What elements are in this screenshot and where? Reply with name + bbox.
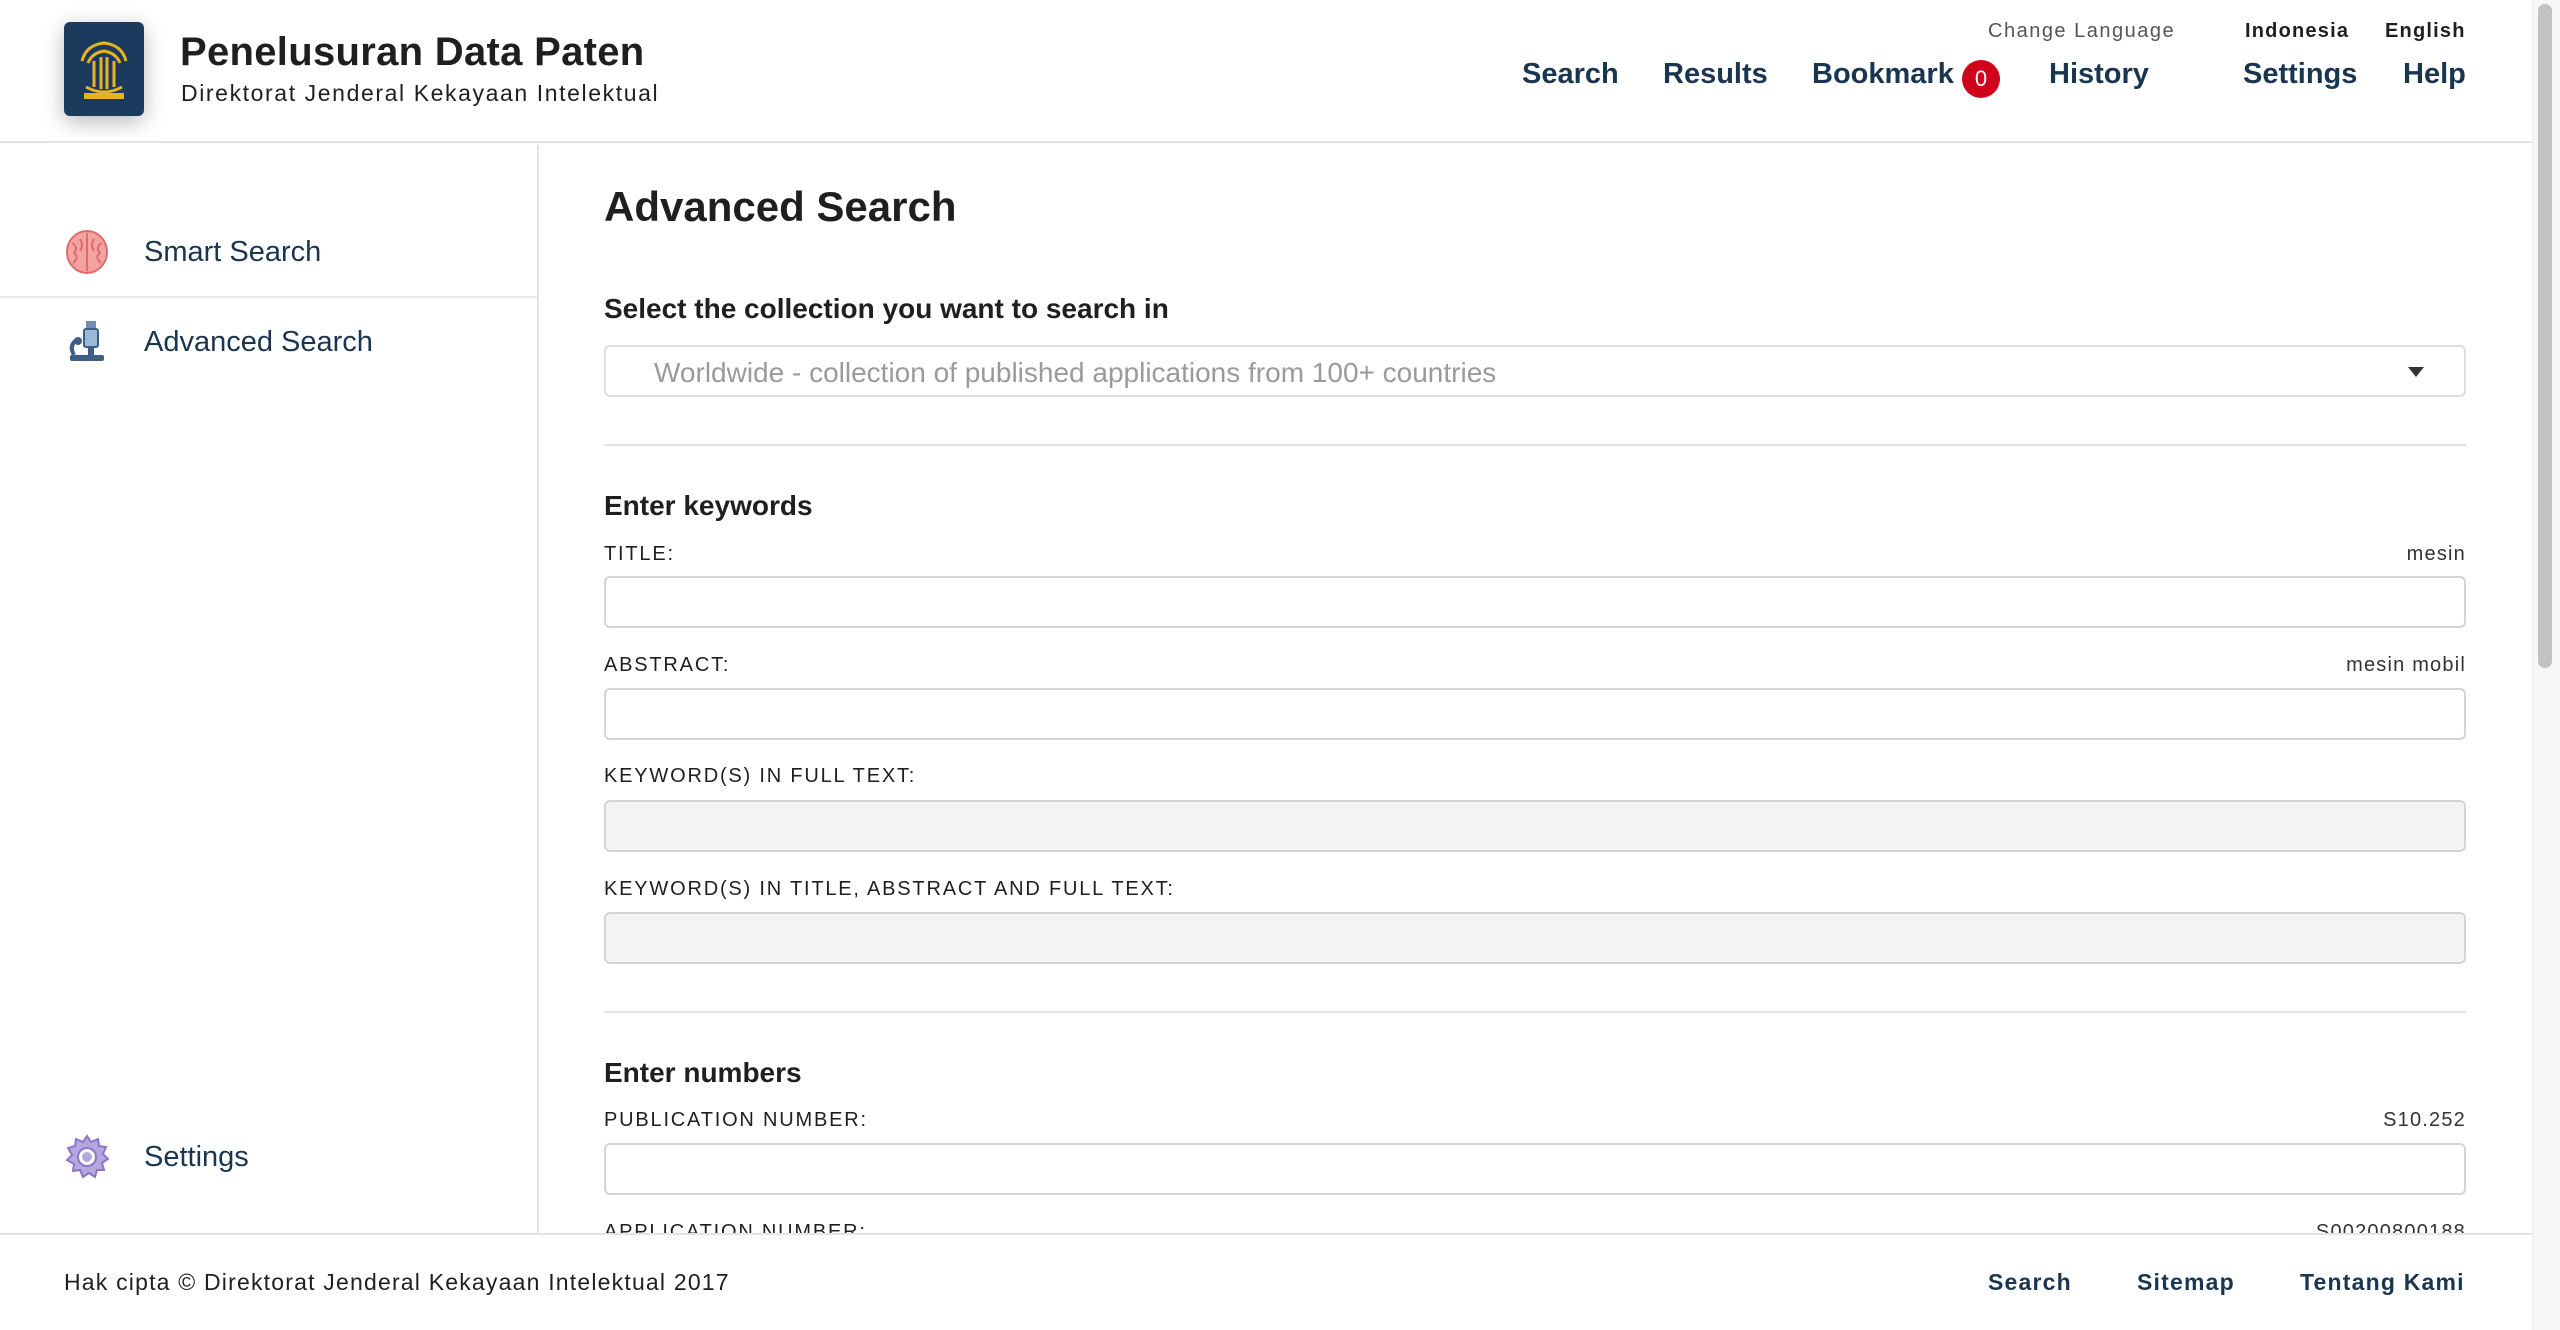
page-title: Advanced Search — [604, 183, 957, 230]
bookmark-count-badge: 0 — [1962, 60, 2000, 98]
copyright-text: Hak cipta © Direktorat Jenderal Kekayaan… — [64, 1269, 730, 1295]
footer-link-search[interactable]: Search — [1988, 1269, 2072, 1296]
scrollbar-thumb[interactable] — [2538, 4, 2552, 668]
chevron-down-icon — [2408, 367, 2424, 377]
all-text-input[interactable] — [604, 912, 2466, 964]
abstract-field-hint: mesin mobil — [2346, 654, 2466, 676]
change-language-label: Change Language — [1988, 20, 2176, 42]
footer-link-sitemap[interactable]: Sitemap — [2137, 1269, 2235, 1296]
application-number-hint: S00200800188 — [2315, 1221, 2466, 1233]
section-divider — [604, 1011, 2466, 1013]
site-footer: Hak cipta © Direktorat Jenderal Kekayaan… — [0, 1233, 2532, 1330]
collection-heading: Select the collection you want to search… — [604, 293, 1169, 324]
nav-settings[interactable]: Settings — [2243, 58, 2357, 91]
collection-select[interactable]: Worldwide - collection of published appl… — [604, 345, 2466, 397]
site-logo[interactable] — [64, 22, 144, 116]
site-title: Penelusuran Data Paten — [180, 30, 645, 74]
nav-bookmark[interactable]: Bookmark — [1812, 58, 1954, 91]
nav-help[interactable]: Help — [2403, 58, 2466, 91]
fulltext-field-label: KEYWORD(S) IN FULL TEXT: — [604, 765, 917, 787]
keywords-heading: Enter keywords — [604, 490, 813, 521]
sidebar-item-label: Settings — [144, 1140, 249, 1173]
site-header: Penelusuran Data Paten Direktorat Jender… — [0, 0, 2532, 143]
site-subtitle: Direktorat Jenderal Kekayaan Intelektual — [181, 80, 660, 106]
title-input[interactable] — [604, 576, 2466, 628]
language-indonesia-option[interactable]: Indonesia — [2245, 20, 2349, 43]
footer-link-tentang-kami[interactable]: Tentang Kami — [2300, 1269, 2465, 1296]
sidebar-item-settings[interactable]: Settings — [0, 1113, 537, 1201]
publication-number-input[interactable] — [604, 1143, 2466, 1195]
publication-number-label: PUBLICATION NUMBER: — [604, 1109, 868, 1131]
sidebar-item-smart-search[interactable]: Smart Search — [0, 208, 537, 296]
numbers-heading: Enter numbers — [604, 1057, 802, 1088]
title-field-label: TITLE: — [604, 543, 675, 565]
sidebar-item-advanced-search[interactable]: Advanced Search — [0, 298, 537, 386]
abstract-field-label: ABSTRACT: — [604, 654, 731, 676]
sidebar-item-label: Smart Search — [144, 235, 322, 268]
nav-history[interactable]: History — [2049, 58, 2149, 91]
main-content: Advanced Search Select the collection yo… — [541, 145, 2532, 1233]
sidebar-item-label: Advanced Search — [144, 325, 373, 358]
publication-number-hint: S10.252 — [2383, 1109, 2466, 1131]
section-divider — [604, 444, 2466, 446]
all-text-field-label: KEYWORD(S) IN TITLE, ABSTRACT AND FULL T… — [604, 878, 1175, 900]
language-english-option[interactable]: English — [2385, 20, 2466, 43]
abstract-input[interactable] — [604, 688, 2466, 740]
gear-icon — [63, 1133, 111, 1181]
application-number-label: APPLICATION NUMBER: — [604, 1221, 867, 1233]
microscope-icon — [63, 318, 111, 366]
title-field-hint: mesin — [2406, 543, 2466, 565]
brain-icon — [63, 228, 111, 276]
collection-selected-value: Worldwide - collection of published appl… — [654, 357, 1497, 388]
nav-results[interactable]: Results — [1663, 58, 1768, 91]
nav-search[interactable]: Search — [1522, 58, 1619, 91]
kemenkumham-emblem-icon — [80, 41, 128, 99]
sidebar: Smart Search Advanced Search Settings — [0, 145, 539, 1233]
fulltext-input[interactable] — [604, 800, 2466, 852]
